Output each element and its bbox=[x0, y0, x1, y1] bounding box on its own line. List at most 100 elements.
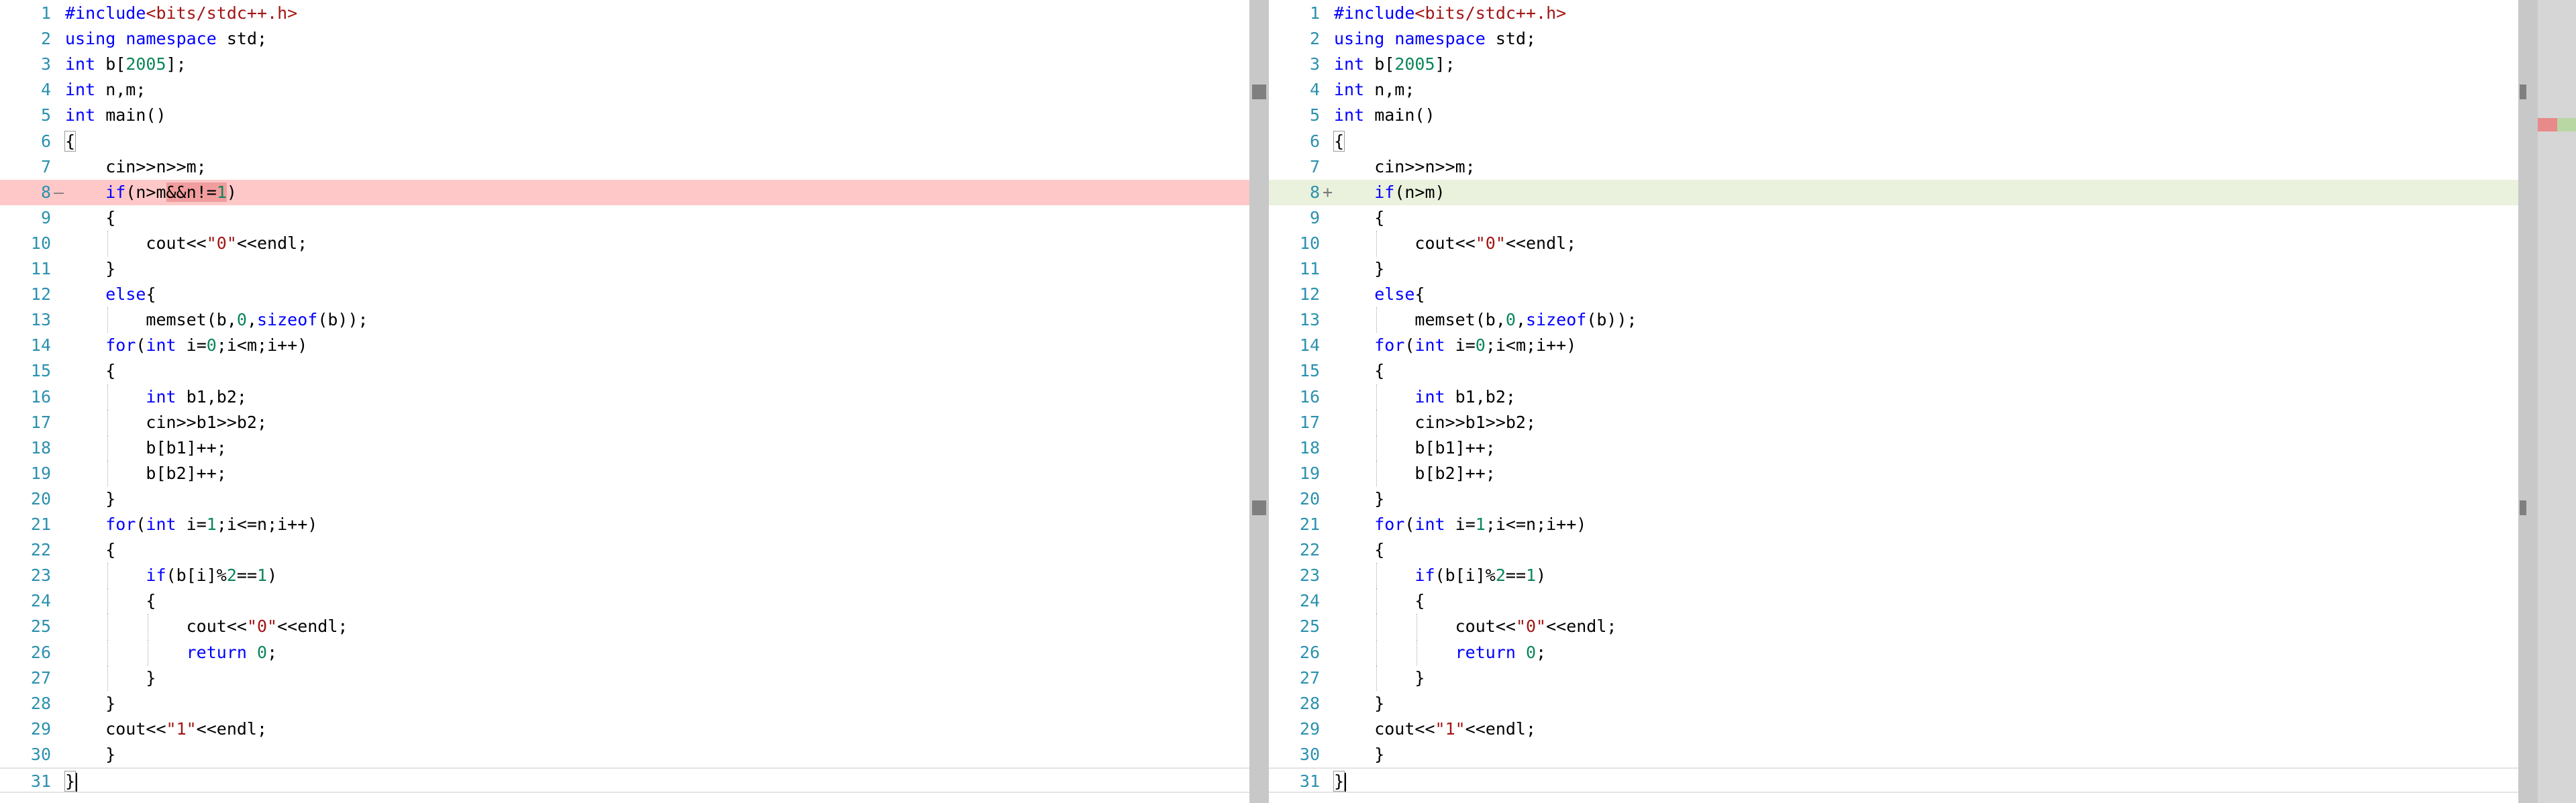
code-line[interactable]: 2 using namespace std; bbox=[1269, 26, 2536, 52]
line-number: 11 bbox=[30, 259, 51, 278]
code-line[interactable]: 12 else{ bbox=[1269, 282, 2536, 307]
line-number: 1 bbox=[40, 3, 51, 23]
code-line[interactable]: 19 b[b2]++; bbox=[0, 460, 1249, 486]
code-line[interactable]: 22 { bbox=[0, 537, 1249, 563]
code-line[interactable]: 7 cin>>n>>m; bbox=[1269, 154, 2536, 180]
code-line[interactable]: 2 using namespace std; bbox=[0, 26, 1249, 52]
code-line[interactable]: 23 if(b[i]%2==1) bbox=[0, 563, 1249, 589]
code-text: using namespace std; bbox=[1334, 29, 1537, 49]
right-editor-pane[interactable]: 1 #include<bits/stdc++.h> 2 using namespace… bbox=[1269, 0, 2536, 803]
code-text: } bbox=[1333, 769, 2536, 794]
code-line[interactable]: 4 int n,m; bbox=[1269, 77, 2536, 103]
code-line[interactable]: 5 int main() bbox=[0, 103, 1249, 128]
code-line[interactable]: 24 { bbox=[0, 588, 1249, 614]
code-line[interactable]: 4 int n,m; bbox=[0, 77, 1249, 103]
code-line[interactable]: 17 cin>>b1>>b2; bbox=[1269, 409, 2536, 435]
code-line[interactable]: 9 { bbox=[1269, 205, 2536, 231]
code-line[interactable]: 3 int b[2005]; bbox=[0, 52, 1249, 77]
code-line[interactable]: 27 } bbox=[1269, 665, 2536, 691]
code-line[interactable]: 23 if(b[i]%2==1) bbox=[1269, 563, 2536, 589]
code-line[interactable]: 8— if(n>m&&n!=1) bbox=[0, 179, 1249, 205]
code-line[interactable]: 15 { bbox=[1269, 358, 2536, 384]
code-line[interactable]: 18 b[b1]++; bbox=[0, 435, 1249, 461]
code-text: int main() bbox=[1334, 105, 1435, 125]
code-line[interactable]: 9 { bbox=[0, 205, 1249, 231]
code-line[interactable]: 11 } bbox=[1269, 256, 2536, 282]
code-line[interactable]: 16 int b1,b2; bbox=[0, 384, 1249, 410]
code-line[interactable]: 1 #include<bits/stdc++.h> bbox=[0, 1, 1249, 26]
code-text: using namespace std; bbox=[65, 29, 268, 49]
code-line[interactable]: 18 b[b1]++; bbox=[1269, 435, 2536, 461]
diff-overview-ruler[interactable] bbox=[2538, 0, 2576, 803]
code-line[interactable]: 3 int b[2005]; bbox=[1269, 52, 2536, 77]
code-line[interactable]: 5 int main() bbox=[1269, 103, 2536, 128]
code-text: if(b[i]%2==1) bbox=[146, 566, 278, 586]
code-line[interactable]: 13 memset(b,0,sizeof(b)); bbox=[0, 307, 1249, 333]
code-text: int main() bbox=[65, 105, 166, 125]
code-text: { bbox=[65, 540, 116, 560]
line-number: 31 bbox=[1299, 771, 1320, 791]
code-line[interactable]: 8 + if(n>m) bbox=[1269, 179, 2536, 205]
code-line[interactable]: 26 return 0; bbox=[1269, 639, 2536, 665]
code-line[interactable]: 12 else{ bbox=[0, 282, 1249, 307]
code-text: } bbox=[1334, 259, 1385, 278]
code-line[interactable]: 7 cin>>n>>m; bbox=[0, 154, 1249, 180]
code-text: { bbox=[1334, 361, 1385, 381]
code-line[interactable]: 11 } bbox=[0, 256, 1249, 282]
code-line[interactable]: 21 for(int i=1;i<=n;i++) bbox=[0, 512, 1249, 537]
code-line[interactable]: 24 { bbox=[1269, 588, 2536, 614]
code-line[interactable]: 10 cout<<"0"<<endl; bbox=[1269, 230, 2536, 256]
code-line[interactable]: 27 } bbox=[0, 665, 1249, 691]
left-vertical-scrollbar[interactable] bbox=[1249, 0, 1269, 803]
code-line[interactable]: 17 cin>>b1>>b2; bbox=[0, 409, 1249, 435]
right-vertical-scrollbar[interactable] bbox=[2518, 0, 2538, 803]
line-number: 9 bbox=[40, 207, 51, 227]
code-line[interactable]: 25 cout<<"0"<<endl; bbox=[1269, 614, 2536, 640]
code-line[interactable]: 19 b[b2]++; bbox=[1269, 460, 2536, 486]
code-line[interactable]: 30 } bbox=[0, 742, 1249, 767]
code-line[interactable]: 10 cout<<"0"<<endl; bbox=[0, 230, 1249, 256]
code-line[interactable]: 16 int b1,b2; bbox=[1269, 384, 2536, 410]
code-line[interactable]: 15 { bbox=[0, 358, 1249, 384]
line-number: 20 bbox=[1299, 488, 1320, 508]
line-number: 17 bbox=[30, 412, 51, 432]
code-line[interactable]: 25 cout<<"0"<<endl; bbox=[0, 614, 1249, 640]
code-text: b[b2]++; bbox=[65, 463, 227, 483]
code-line[interactable]: 28 } bbox=[1269, 691, 2536, 716]
code-line[interactable]: 20 } bbox=[0, 486, 1249, 512]
code-line[interactable]: 29 cout<<"1"<<endl; bbox=[0, 716, 1249, 742]
code-line[interactable]: 31} bbox=[0, 767, 1249, 793]
code-line[interactable]: 14 for(int i=0;i<m;i++) bbox=[1269, 333, 2536, 358]
code-text: for(int i=1;i<=n;i++) bbox=[1374, 515, 1587, 534]
line-number: 12 bbox=[30, 284, 51, 305]
code-line[interactable]: 1 #include<bits/stdc++.h> bbox=[1269, 1, 2536, 26]
code-line[interactable]: 21 for(int i=1;i<=n;i++) bbox=[1269, 512, 2536, 537]
code-text: { bbox=[1334, 540, 1385, 560]
added-line-marker: + bbox=[1323, 182, 1333, 202]
code-text: for(int i=0;i<m;i++) bbox=[1374, 335, 1577, 356]
overview-deleted-marker bbox=[2538, 118, 2557, 131]
code-line[interactable]: 20 } bbox=[1269, 486, 2536, 512]
text-caret bbox=[1345, 773, 1347, 792]
code-line[interactable]: 29 cout<<"1"<<endl; bbox=[1269, 716, 2536, 742]
code-line[interactable]: 13 memset(b,0,sizeof(b)); bbox=[1269, 307, 2536, 333]
code-text: int n,m; bbox=[65, 80, 146, 100]
line-number: 5 bbox=[1309, 105, 1320, 125]
code-line[interactable]: 22 { bbox=[1269, 537, 2536, 563]
line-number: 31 bbox=[30, 771, 51, 791]
code-line[interactable]: 28 } bbox=[0, 691, 1249, 716]
code-line[interactable]: 30 } bbox=[1269, 742, 2536, 767]
code-line[interactable]: 31} bbox=[1269, 767, 2536, 793]
line-number: 23 bbox=[30, 566, 51, 586]
code-line[interactable]: 6{ bbox=[0, 129, 1249, 154]
code-line[interactable]: 14 for(int i=0;i<m;i++) bbox=[0, 333, 1249, 358]
code-text: cin>>n>>m; bbox=[1334, 156, 1476, 176]
code-line[interactable]: 26 return 0; bbox=[0, 639, 1249, 665]
code-line[interactable]: 6{ bbox=[1269, 129, 2536, 154]
code-text: int b[2005]; bbox=[1334, 54, 1455, 74]
code-text: cout<<"0"<<endl; bbox=[65, 617, 348, 637]
text-caret bbox=[76, 773, 78, 792]
left-editor-pane[interactable]: 1 #include<bits/stdc++.h> 2 using namespace… bbox=[0, 0, 1249, 803]
line-number: 11 bbox=[1299, 259, 1320, 278]
line-number: 2 bbox=[1309, 29, 1320, 49]
